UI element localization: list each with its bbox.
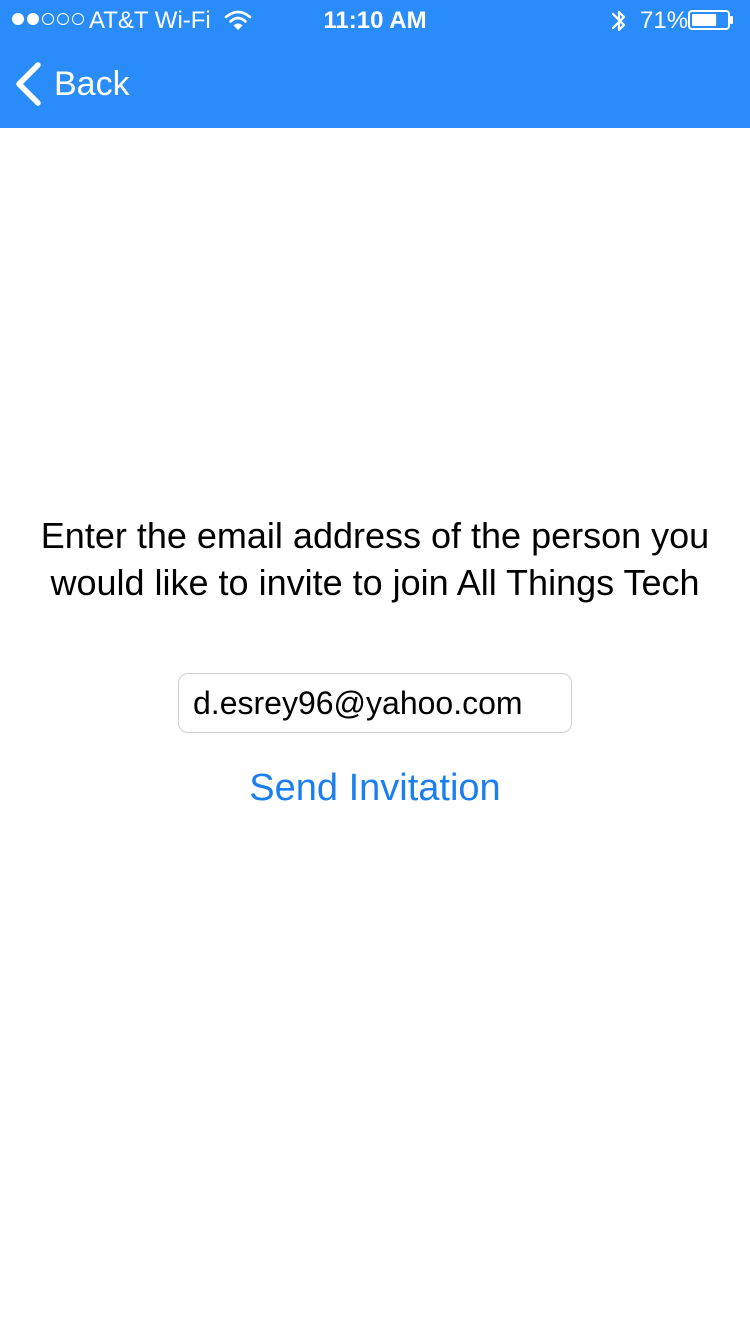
battery-icon: [688, 10, 733, 30]
status-time: 11:10 AM: [323, 7, 427, 34]
status-bar: AT&T Wi-Fi 11:10 AM 71%: [0, 0, 750, 40]
top-bar: AT&T Wi-Fi 11:10 AM 71% Back: [0, 0, 750, 128]
back-button[interactable]: Back: [14, 60, 130, 108]
bluetooth-icon: [611, 10, 626, 32]
invite-instructions: Enter the email address of the person yo…: [40, 515, 710, 603]
chevron-left-icon: [16, 62, 41, 106]
back-label: Back: [54, 65, 130, 103]
invite-screen: AT&T Wi-Fi 11:10 AM 71% Back Enter the e…: [0, 0, 750, 1334]
battery-percentage: 71%: [640, 7, 689, 34]
navigation-bar: Back: [0, 40, 750, 128]
invite-form: Enter the email address of the person yo…: [0, 128, 750, 1334]
email-input[interactable]: [178, 673, 572, 733]
send-invitation-button[interactable]: Send Invitation: [0, 764, 750, 812]
